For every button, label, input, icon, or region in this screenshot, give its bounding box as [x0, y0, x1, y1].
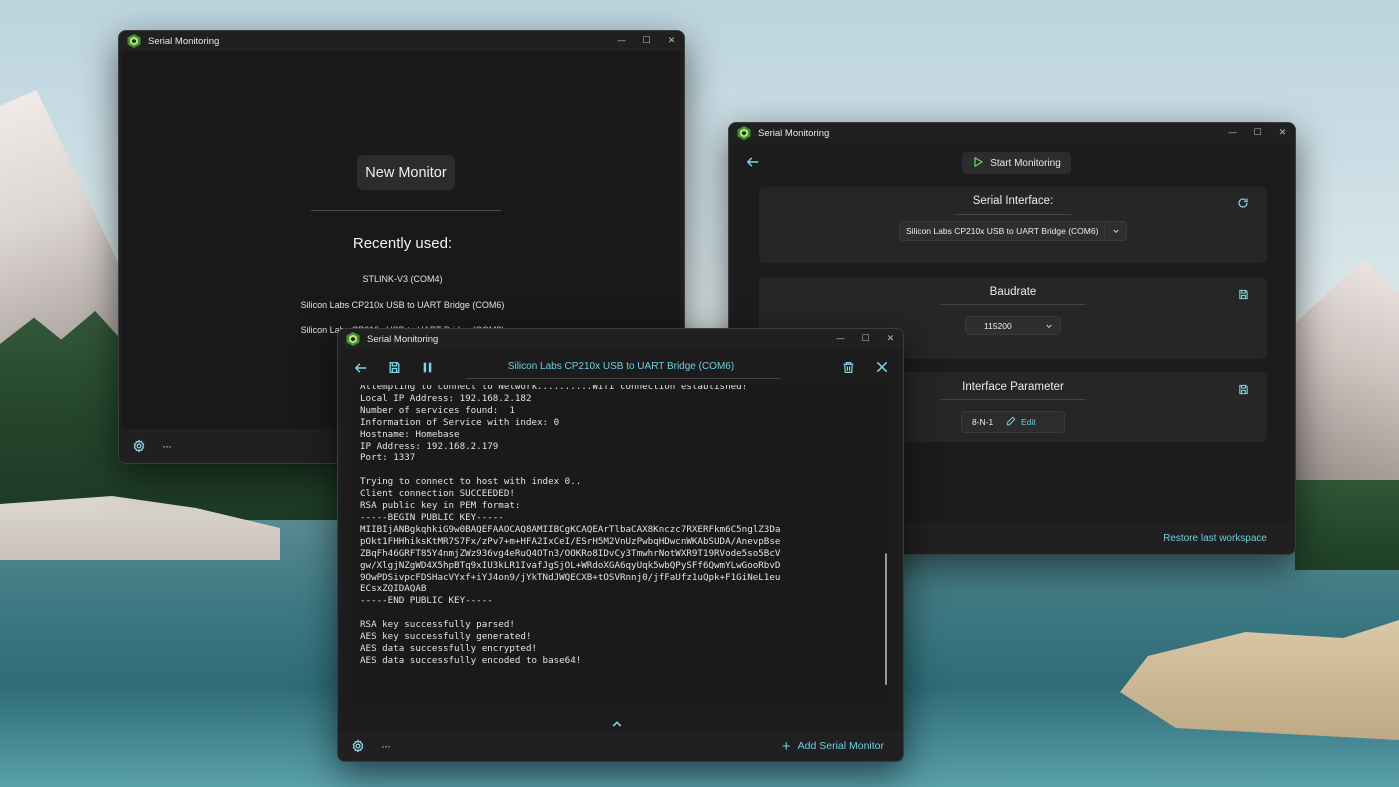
trash-icon[interactable] [842, 361, 855, 374]
window-title: Serial Monitoring [148, 35, 220, 47]
new-monitor-button[interactable]: New Monitor [357, 155, 455, 190]
console-line: RSA key successfully parsed! [360, 619, 515, 631]
baudrate-title: Baudrate [989, 286, 1037, 298]
console-output[interactable]: Attempting to connect to Network........… [354, 385, 889, 705]
pause-icon[interactable] [421, 361, 434, 374]
console-line: Information of Service with index: 0 [360, 416, 560, 428]
divider [311, 210, 501, 211]
titlebar[interactable]: Serial Monitoring — ☐ ✕ [729, 123, 1295, 143]
serial-interface-card: Serial Interface: Silicon Labs CP210x US… [759, 187, 1267, 263]
minimize-button[interactable]: — [609, 31, 634, 51]
divider [955, 214, 1071, 215]
serial-interface-value: Silicon Labs CP210x USB to UART Bridge (… [906, 226, 1099, 236]
recent-item-stlink[interactable]: STLINK-V3 (COM4) [123, 274, 682, 284]
plus-icon: + [781, 737, 791, 755]
interface-parameter-value: 8-N-1 [972, 417, 994, 427]
close-button[interactable]: ✕ [1270, 123, 1295, 143]
close-button[interactable]: ✕ [878, 329, 903, 349]
console-line: IP Address: 192.168.2.179 [360, 440, 499, 452]
add-serial-monitor-label: Add Serial Monitor [797, 740, 884, 752]
caption-buttons: — ☐ ✕ [1220, 123, 1295, 143]
baudrate-select[interactable]: 115200 [965, 316, 1061, 335]
recent-item-com6[interactable]: Silicon Labs CP210x USB to UART Bridge (… [123, 300, 682, 310]
edit-label: Edit [1021, 417, 1036, 427]
monitor-content: Silicon Labs CP210x USB to UART Bridge (… [342, 349, 899, 731]
save-icon[interactable] [1238, 382, 1249, 400]
console-line: MIIBIjANBgkqhkiG9w0BAQEFAAOCAQ8AMIIBCgKC… [360, 523, 781, 535]
more-options-icon[interactable]: ··· [381, 739, 391, 753]
restore-workspace-link[interactable]: Restore last workspace [1163, 533, 1267, 544]
console-line: Number of services found: 1 [360, 404, 515, 416]
console-line: Client connection SUCCEEDED! [360, 488, 515, 500]
add-serial-monitor-button[interactable]: + Add Serial Monitor [782, 731, 884, 761]
back-arrow-icon[interactable] [746, 155, 760, 169]
window-title: Serial Monitoring [367, 333, 439, 345]
console-line: pOkt1FHHhiksKtMR7S7Fx/zPv7+m+HFA2IxCeI/E… [360, 535, 781, 547]
close-monitor-icon[interactable] [875, 360, 889, 374]
divider [941, 304, 1085, 305]
console-line: Local IP Address: 192.168.2.182 [360, 392, 532, 404]
save-icon[interactable] [1238, 287, 1249, 305]
chevron-down-icon [1104, 222, 1126, 240]
back-arrow-icon[interactable] [354, 361, 368, 375]
console-line: gw/XlgjNZgWD4X5hpBTq9xIU3kLR1IvafJgSjOL+… [360, 559, 781, 571]
console-line: RSA public key in PEM format: [360, 500, 521, 512]
maximize-button[interactable]: ☐ [853, 329, 878, 349]
minimize-button[interactable]: — [828, 329, 853, 349]
maximize-button[interactable]: ☐ [1245, 123, 1270, 143]
settings-gear-icon[interactable] [132, 439, 146, 453]
window-title: Serial Monitoring [758, 127, 830, 139]
console-line: Hostname: Homebase [360, 428, 460, 440]
console-scrollbar[interactable] [885, 553, 887, 685]
console-line: Trying to connect to host with index 0.. [360, 476, 582, 488]
titlebar[interactable]: Serial Monitoring — ☐ ✕ [338, 329, 903, 349]
console-line: AES data successfully encoded to base64! [360, 654, 582, 666]
bottom-bar: ··· + Add Serial Monitor [338, 731, 903, 761]
divider [466, 378, 780, 379]
monitor-toolbar: Silicon Labs CP210x USB to UART Bridge (… [342, 349, 899, 385]
refresh-icon[interactable] [1237, 196, 1249, 214]
console-line: Port: 1337 [360, 452, 416, 464]
app-logo-icon [736, 125, 752, 141]
console-line: ECsxZQIDAQAB [360, 583, 427, 595]
minimize-button[interactable]: — [1220, 123, 1245, 143]
console-line: 9OwPDSivpcFDSHacVYxf+iYJ4on9/jYkTNdJWQEC… [360, 571, 781, 583]
close-button[interactable]: ✕ [659, 31, 684, 51]
console-line: ZBqFh46GRFT85Y4nmjZWz936vg4eRuQ4OTn3/OOK… [360, 547, 781, 559]
console-line: Attempting to connect to Network........… [360, 385, 748, 392]
console-line: -----BEGIN PUBLIC KEY----- [360, 511, 504, 523]
settings-gear-icon[interactable] [351, 739, 365, 753]
serial-interface-title: Serial Interface: [972, 195, 1054, 207]
start-monitoring-label: Start Monitoring [990, 157, 1061, 169]
divider [941, 399, 1085, 400]
app-logo-icon [345, 331, 361, 347]
interface-parameter-control: 8-N-1 Edit [961, 411, 1065, 433]
console-line: AES key successfully generated! [360, 631, 532, 643]
edit-button[interactable]: Edit [1006, 416, 1036, 428]
serial-monitor-window: Serial Monitoring — ☐ ✕ Silicon Labs CP2… [337, 328, 904, 762]
console-line: AES data successfully encrypted! [360, 642, 538, 654]
start-monitoring-button[interactable]: Start Monitoring [962, 152, 1071, 174]
app-logo-icon [126, 33, 142, 49]
titlebar[interactable]: Serial Monitoring — ☐ ✕ [119, 31, 684, 51]
wallpaper-forest-right [1295, 480, 1399, 570]
chevron-down-icon [1038, 317, 1060, 334]
console-line: -----END PUBLIC KEY----- [360, 595, 493, 607]
console-text: Attempting to connect to Network........… [360, 385, 869, 667]
caption-buttons: — ☐ ✕ [609, 31, 684, 51]
maximize-button[interactable]: ☐ [634, 31, 659, 51]
serial-interface-select[interactable]: Silicon Labs CP210x USB to UART Bridge (… [899, 221, 1127, 241]
pencil-icon [1006, 416, 1016, 428]
port-title: Silicon Labs CP210x USB to UART Bridge (… [507, 361, 735, 372]
recently-used-heading: Recently used: [352, 235, 453, 252]
save-icon[interactable] [388, 361, 401, 374]
play-icon [972, 156, 984, 171]
caption-buttons: — ☐ ✕ [828, 329, 903, 349]
baudrate-value: 115200 [984, 320, 1012, 331]
more-options-icon[interactable]: ··· [162, 439, 172, 453]
